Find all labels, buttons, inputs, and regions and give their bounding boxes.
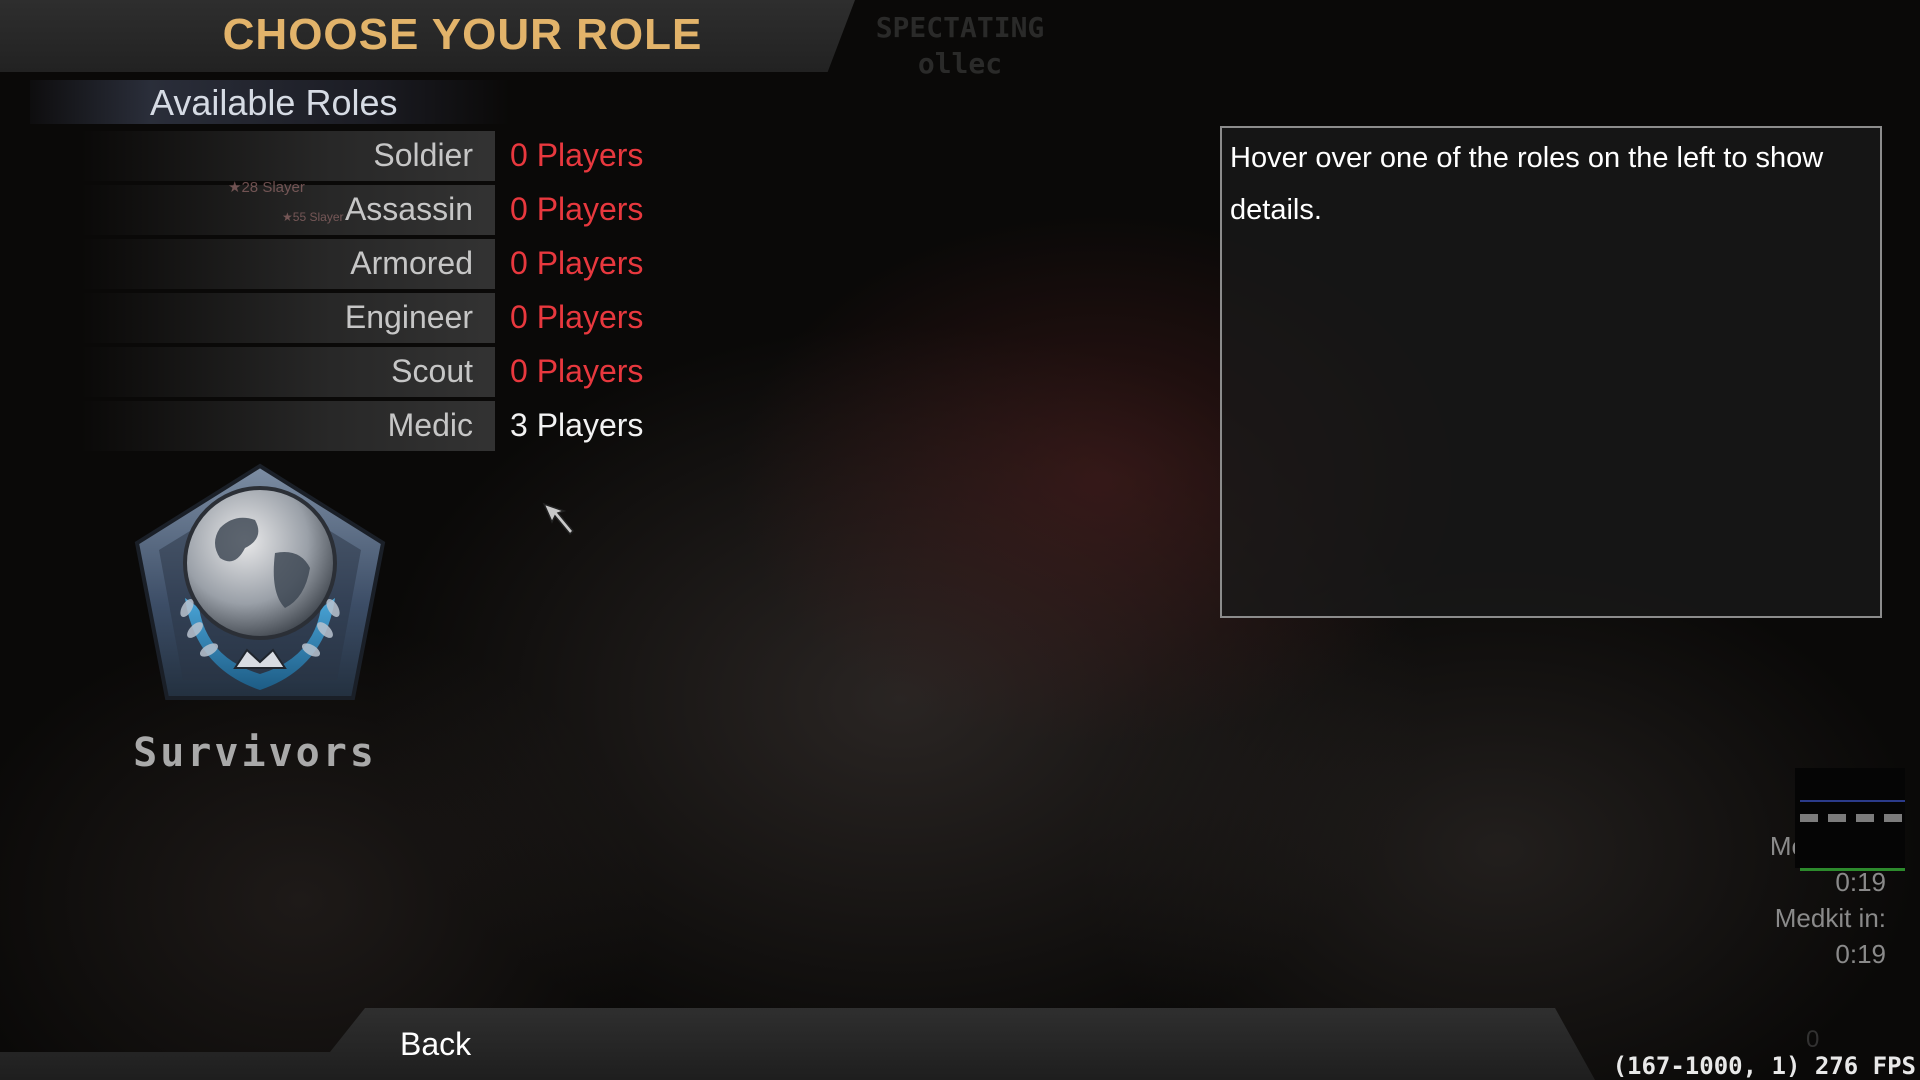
hud-graph-bar xyxy=(1800,814,1818,822)
spectating-label: SPECTATING xyxy=(875,11,1045,44)
medkit-label: Medkit in: xyxy=(1774,903,1886,933)
mouse-cursor-icon xyxy=(542,502,575,536)
role-player-count: 0 Players xyxy=(510,299,644,335)
spectating-overlay: SPECTATING ollec xyxy=(860,10,1060,82)
team-name: Survivors xyxy=(133,730,377,776)
role-details-text: Hover over one of the roles on the left … xyxy=(1230,142,1824,226)
role-name: Armored xyxy=(350,245,473,281)
role-player-count: 3 Players xyxy=(510,407,644,443)
hud-graph-bar xyxy=(1856,814,1874,822)
medkit-time: 0:19 xyxy=(1835,939,1886,969)
role-name: Soldier xyxy=(373,137,473,173)
star-icon: ★ xyxy=(282,210,293,224)
role-row-assassin[interactable]: Assassin 0 Players xyxy=(0,185,700,235)
hud-graph-bar xyxy=(1828,814,1846,822)
hud-graph-line-blue xyxy=(1800,800,1905,802)
team-emblem-icon xyxy=(134,463,386,700)
role-row-soldier[interactable]: Soldier 0 Players xyxy=(0,131,700,181)
faint-counter: 0 xyxy=(1806,1026,1820,1053)
role-details-panel: Hover over one of the roles on the left … xyxy=(1220,126,1882,618)
role-player-count: 0 Players xyxy=(510,353,644,389)
role-name: Scout xyxy=(391,353,473,389)
role-name: Engineer xyxy=(344,299,473,335)
role-row-engineer[interactable]: Engineer 0 Players xyxy=(0,293,700,343)
role-name: Assassin xyxy=(344,191,473,227)
kill-feed-text: Slayer xyxy=(262,179,305,196)
kill-feed-entry: ★55 Slayer xyxy=(282,210,343,224)
medkit-timer: Medkit in: 0:19 xyxy=(1775,900,1886,972)
page-title: CHOOSE YOUR ROLE xyxy=(222,10,703,59)
kill-feed-number: 28 xyxy=(241,179,259,196)
back-button[interactable]: Back xyxy=(390,1022,481,1067)
kill-feed-entry: ★28 Slayer xyxy=(228,178,305,196)
star-icon: ★ xyxy=(228,179,242,196)
role-player-count: 0 Players xyxy=(510,137,644,173)
role-row-medic[interactable]: Medic 3 Players xyxy=(0,401,700,451)
role-row-scout[interactable]: Scout 0 Players xyxy=(0,347,700,397)
role-player-count: 0 Players xyxy=(510,245,644,281)
role-name: Medic xyxy=(387,407,473,443)
role-player-count: 0 Players xyxy=(510,191,644,227)
fps-counter: (167-1000, 1) 276 FPS xyxy=(1612,1052,1916,1080)
spectated-player-name: ollec xyxy=(917,47,1003,80)
hud-graph-line-green xyxy=(1800,868,1905,871)
kill-feed-number: 55 xyxy=(292,210,307,224)
hud-graph-bar xyxy=(1884,814,1902,822)
available-roles-title: Available Roles xyxy=(150,82,398,123)
role-row-armored[interactable]: Armored 0 Players xyxy=(0,239,700,289)
kill-feed-text: Slayer xyxy=(309,210,344,224)
